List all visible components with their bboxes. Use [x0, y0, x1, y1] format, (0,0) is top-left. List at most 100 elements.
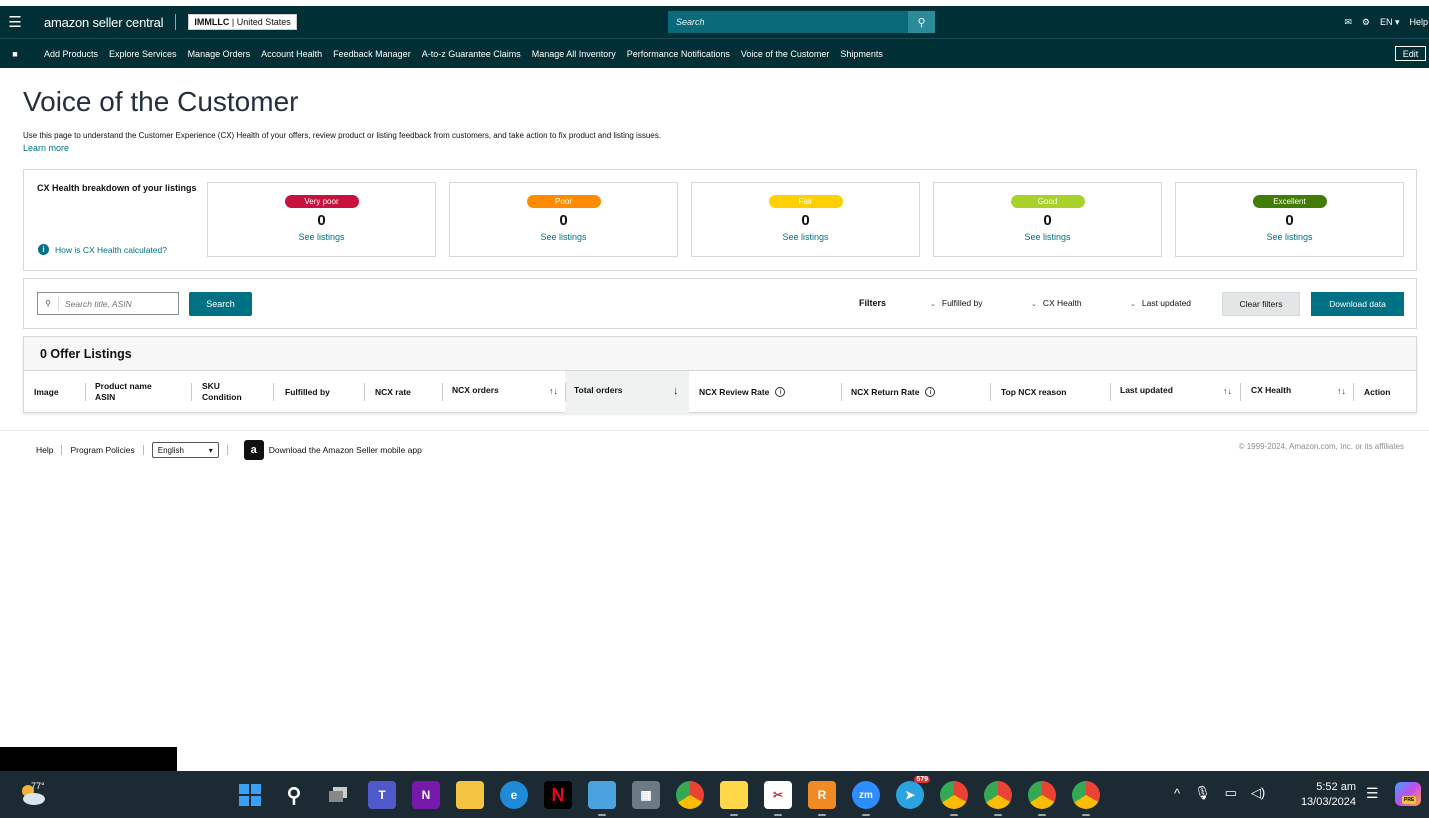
see-listings-link[interactable]: See listings — [450, 232, 677, 242]
col-product-name[interactable]: Product name ASIN — [95, 371, 152, 413]
windows-start-icon[interactable] — [236, 781, 264, 809]
col-total-orders[interactable]: Total orders — [574, 371, 623, 413]
volume-icon[interactable]: ◁) — [1251, 785, 1265, 801]
clear-filters-button[interactable]: Clear filters — [1222, 292, 1300, 316]
cx-health-help-link[interactable]: i How is CX Health calculated? — [38, 244, 167, 255]
col-sku[interactable]: SKU Condition — [202, 371, 242, 413]
chrome-profile-icon[interactable] — [1072, 781, 1100, 816]
nav-voice-of-customer[interactable]: Voice of the Customer — [741, 49, 830, 59]
footer-help-link[interactable]: Help — [36, 445, 53, 455]
col-ncx-orders[interactable]: NCX orders — [452, 371, 499, 413]
nav-explore-services[interactable]: Explore Services — [109, 49, 177, 59]
nav-shipments[interactable]: Shipments — [840, 49, 883, 59]
col-ncx-review-rate[interactable]: NCX Review Rate i — [699, 371, 786, 413]
col-ncx-rate[interactable]: NCX rate — [375, 371, 411, 413]
col-cx-health[interactable]: CX Health — [1251, 371, 1291, 413]
footer-language-select[interactable]: English ▾ — [151, 442, 219, 458]
footer-app-link[interactable]: Download the Amazon Seller mobile app — [269, 445, 422, 455]
notepad-icon[interactable] — [588, 781, 616, 816]
col-product-name-label: Product name — [95, 381, 152, 391]
account-region: United States — [236, 17, 291, 27]
edge-icon[interactable]: e — [500, 781, 528, 809]
nav-add-products[interactable]: Add Products — [44, 49, 98, 59]
see-listings-link[interactable]: See listings — [934, 232, 1161, 242]
sort-icon[interactable]: ↑↓ — [1223, 386, 1232, 396]
info-icon[interactable]: i — [775, 387, 786, 397]
column-divider — [191, 383, 192, 401]
onenote-icon[interactable]: N — [412, 781, 440, 809]
nav-a-to-z-claims[interactable]: A-to-z Guarantee Claims — [422, 49, 521, 59]
nav-account-health[interactable]: Account Health — [261, 49, 322, 59]
bookmark-icon[interactable]: ■ — [0, 49, 30, 59]
sort-desc-icon[interactable]: ↓ — [673, 385, 679, 397]
teams-icon[interactable]: T — [368, 781, 396, 809]
col-fulfilled-by[interactable]: Fulfilled by — [285, 371, 330, 413]
seller-central-logo[interactable]: amazon seller central — [44, 15, 164, 30]
chevron-down-icon: ⌄ — [1130, 301, 1136, 308]
logo-divider — [175, 14, 177, 30]
chevron-down-icon: ⌄ — [1031, 301, 1037, 308]
dropdown-label: Fulfilled by — [941, 298, 983, 308]
menu-icon[interactable]: ☰ — [0, 13, 30, 31]
sort-icon[interactable]: ↑↓ — [549, 386, 558, 396]
netflix-icon[interactable]: N — [544, 781, 572, 809]
column-divider — [1240, 383, 1241, 401]
nav-feedback-manager[interactable]: Feedback Manager — [333, 49, 411, 59]
chrome-profile-icon[interactable] — [940, 781, 968, 816]
last-updated-dropdown[interactable]: ⌄ Last updated — [1130, 298, 1191, 308]
download-data-button[interactable]: Download data — [1311, 292, 1404, 316]
zoom-icon[interactable]: zm — [852, 781, 880, 816]
amazon-app-icon[interactable]: a — [243, 440, 264, 460]
health-box-good: Good 0 See listings — [933, 182, 1162, 257]
search-icon[interactable]: ⚲ — [908, 11, 935, 33]
telegram-badge: 579 — [914, 776, 930, 783]
footer-language-value: English — [157, 445, 184, 455]
sort-icon[interactable]: ↑↓ — [1337, 386, 1346, 396]
listing-search-input[interactable]: ⚲ Search title, ASIN — [37, 292, 179, 315]
pre-badge: PRE — [1402, 796, 1417, 804]
chrome-icon[interactable] — [676, 781, 704, 809]
chevron-up-icon[interactable]: ^ — [1174, 786, 1180, 801]
info-icon[interactable]: i — [925, 387, 936, 397]
notifications-icon[interactable]: ☰ — [1366, 785, 1379, 802]
nav-performance-notifications[interactable]: Performance Notifications — [627, 49, 730, 59]
col-ncx-return-rate[interactable]: NCX Return Rate i — [851, 371, 936, 413]
file-explorer-icon[interactable] — [456, 781, 484, 809]
chrome-profile-icon[interactable] — [1028, 781, 1056, 816]
see-listings-link[interactable]: See listings — [692, 232, 919, 242]
calculator-icon[interactable]: ▦ — [632, 781, 660, 809]
global-search: Search ⚲ — [668, 11, 935, 33]
dropdown-label: Last updated — [1141, 298, 1192, 308]
telegram-icon[interactable]: ➤ 579 — [896, 776, 930, 809]
snipping-tool-icon[interactable]: ✂ — [764, 781, 792, 816]
learn-more-link[interactable]: Learn more — [23, 143, 69, 153]
footer-policies-link[interactable]: Program Policies — [70, 445, 134, 455]
sticky-notes-icon[interactable] — [720, 781, 748, 816]
cx-health-dropdown[interactable]: ⌄ CX Health — [1031, 298, 1082, 308]
task-view-icon[interactable] — [324, 781, 352, 809]
taskbar-clock[interactable]: 5:52 am 13/03/2024 — [1292, 780, 1356, 810]
chrome-profile-icon[interactable] — [984, 781, 1012, 816]
cx-health-help-label: How is CX Health calculated? — [55, 244, 167, 255]
see-listings-link[interactable]: See listings — [208, 232, 435, 242]
col-top-ncx-reason[interactable]: Top NCX reason — [1001, 371, 1067, 413]
gear-icon[interactable]: ⚙ — [1362, 17, 1370, 28]
language-selector[interactable]: EN ▾ — [1380, 17, 1400, 28]
edit-nav-button[interactable]: Edit — [1395, 46, 1426, 61]
global-search-input[interactable]: Search — [668, 11, 908, 33]
search-button[interactable]: Search — [189, 292, 252, 316]
network-icon[interactable]: ▭ — [1225, 785, 1237, 801]
nav-manage-inventory[interactable]: Manage All Inventory — [532, 49, 616, 59]
microphone-icon[interactable]: 🎙 — [1194, 785, 1211, 801]
search-icon[interactable]: ⚲ — [280, 781, 308, 809]
help-link[interactable]: Help — [1409, 17, 1428, 27]
account-switcher[interactable]: IMMLLC | United States — [188, 14, 297, 30]
mail-icon[interactable]: ✉ — [1344, 17, 1352, 28]
fulfilled-by-dropdown[interactable]: ⌄ Fulfilled by — [930, 298, 983, 308]
ringcentral-icon[interactable]: R — [808, 781, 836, 816]
see-listings-link[interactable]: See listings — [1176, 232, 1403, 242]
weather-temperature: 77° — [31, 781, 45, 791]
nav-manage-orders[interactable]: Manage Orders — [188, 49, 251, 59]
col-last-updated[interactable]: Last updated — [1120, 371, 1173, 413]
health-box-excellent: Excellent 0 See listings — [1175, 182, 1404, 257]
